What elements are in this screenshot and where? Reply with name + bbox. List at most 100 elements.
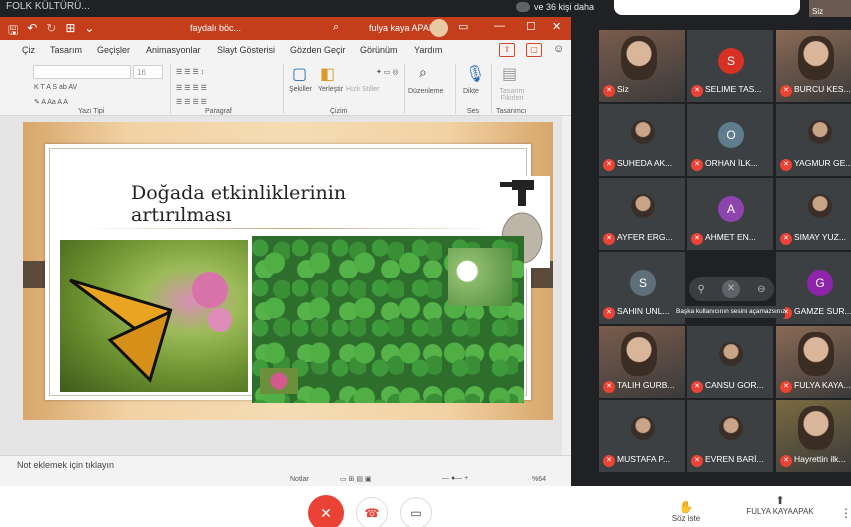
tab-slayt-gosterisi[interactable]: Slayt Gösterisi (217, 45, 275, 55)
present-icon[interactable]: ⊞ (65, 21, 75, 42)
ribbon: 16 K T A S ab AV ✎ A Aa A A Yazı Tipi ☰ … (0, 60, 571, 116)
paragraph-align-icons[interactable]: ☰ ☰ ☰ ☰ (176, 98, 207, 106)
user-avatar[interactable] (430, 19, 448, 37)
shapes-icon: ▢ (292, 66, 308, 83)
mic-off-icon[interactable]: ✕ (721, 280, 740, 298)
redo-icon[interactable]: ↻ (46, 21, 56, 42)
butterfly-image[interactable] (60, 240, 248, 392)
notes-toggle[interactable]: Notlar (290, 476, 309, 483)
paragraph-indent-icons[interactable]: ☰ ☰ ☰ ☰ (176, 84, 207, 92)
feedback-icon[interactable]: ☺ (553, 43, 564, 55)
slide[interactable]: Doğada etkinliklerinin artırılması (23, 122, 553, 420)
undo-icon[interactable]: ↶ (27, 21, 37, 42)
participant-tile[interactable]: ✕ TALIH GURB... (599, 326, 685, 398)
font-format-icons[interactable]: K T A S ab AV (34, 84, 77, 91)
editing-button[interactable]: Düzenleme (408, 88, 443, 95)
participant-tile[interactable]: O ✕ ORHAN İLK... (687, 104, 773, 176)
close-icon[interactable]: ✕ (552, 20, 561, 33)
participant-tile[interactable]: A ✕ AHMET EN... (687, 178, 773, 250)
font-size-box[interactable]: 16 (133, 65, 163, 79)
participant-tile[interactable]: ✕ EVREN BARİ... (687, 400, 773, 472)
quick-styles-button[interactable]: Hızlı Stiller (346, 86, 379, 93)
participant-tile[interactable]: S ✕ SELIME TAS... (687, 30, 773, 102)
camera-toggle-button[interactable]: ▭ (400, 497, 432, 527)
editing-icon: ⌕ (419, 64, 427, 80)
participant-tile[interactable]: ✕ Siz (599, 30, 685, 102)
slide-title[interactable]: Doğada etkinliklerinin artırılması (131, 182, 431, 226)
arrange-button[interactable]: Yerleştir (318, 86, 343, 93)
remove-icon[interactable]: ⊖ (757, 284, 765, 295)
group-font-label: Yazı Tipi (78, 108, 105, 115)
designer-ideas-button[interactable]: Tasarım Fikirleri (496, 88, 528, 102)
participant-tile[interactable]: ✕ BURCU KES... (776, 30, 851, 102)
participant-tile[interactable]: ✕ CANSU GOR... (687, 326, 773, 398)
more-people-indicator[interactable]: ve 36 kişi daha (516, 2, 594, 12)
mic-muted-icon: ✕ (603, 159, 615, 171)
dictate-button[interactable]: Dikte (463, 88, 479, 95)
notes-pane[interactable]: Not eklemek için tıklayın (0, 455, 571, 475)
comments-button[interactable]: ▢ (526, 43, 542, 57)
view-buttons[interactable]: ▭ ⊞ ▤ ▣ (340, 475, 372, 483)
slide-scrollbar[interactable] (562, 116, 571, 455)
participant-tile[interactable]: ✕ SUHEDA AK... (599, 104, 685, 176)
search-icon[interactable]: ⌕ (333, 21, 339, 34)
group-drawing-label: Çizim (330, 108, 348, 115)
white-clover-image[interactable] (448, 248, 512, 306)
participant-name: SAHIN UNL... (617, 306, 670, 316)
participant-initial: G (807, 270, 833, 296)
share-button[interactable]: ⇪ (499, 43, 515, 57)
tab-gozden-gecir[interactable]: Gözden Geçir (290, 45, 346, 55)
title-underline (81, 228, 501, 229)
ribbon-separator (170, 64, 171, 114)
more-options-icon[interactable]: ⋮ (840, 506, 851, 520)
tab-yardim[interactable]: Yardım (414, 45, 442, 55)
tab-ciz[interactable]: Çiz (22, 45, 35, 55)
ribbon-display-icon[interactable]: ▭ (458, 20, 468, 33)
fill-icons[interactable]: ✦ ▭ ◎ (376, 68, 398, 76)
tab-tasarim[interactable]: Tasarım (50, 45, 82, 55)
save-icon[interactable]: 🖫 (8, 21, 18, 42)
arrange-icon: ◧ (320, 66, 336, 83)
font-name-box[interactable] (33, 65, 131, 79)
participant-name: Siz (617, 84, 629, 94)
tab-animasyonlar[interactable]: Animasyonlar (146, 45, 201, 55)
raise-hand-button[interactable]: ✋ Söz iste (668, 500, 704, 523)
participant-name: ORHAN İLK... (705, 158, 758, 168)
mic-muted-icon: ✕ (603, 381, 615, 393)
participant-tile[interactable]: ✕ YAGMUR GE... (776, 104, 851, 176)
tab-gecisler[interactable]: Geçişler (97, 45, 130, 55)
paragraph-list-icons[interactable]: ☰ ☰ ☰ ↕ (176, 68, 204, 76)
notes-placeholder: Not eklemek için tıklayın (17, 460, 115, 470)
participant-initial: S (630, 270, 656, 296)
maximize-icon[interactable]: ☐ (526, 20, 536, 33)
zoom-slider[interactable]: — ●— + (442, 475, 468, 482)
customize-icon[interactable]: ⌄ (84, 21, 94, 42)
participant-video (798, 332, 834, 376)
mic-muted-icon: ✕ (780, 159, 792, 171)
small-flower-image[interactable] (260, 368, 298, 394)
ribbon-separator (491, 64, 492, 114)
zoom-level[interactable]: %64 (532, 476, 546, 483)
ppt-title-bar: 🖫 ↶ ↻ ⊞ ⌄ faydalı böc... ⌕ fulya kaya AP… (0, 17, 571, 40)
present-screen-icon: ⬆ (775, 495, 785, 507)
participant-initial: A (718, 196, 744, 222)
participant-tile[interactable]: ✕ SIMAY YUZ... (776, 178, 851, 250)
participant-tile[interactable]: ✕ Hayrettin ilk... (776, 400, 851, 472)
leave-call-button[interactable]: ☎ (356, 497, 388, 527)
mic-muted-icon: ✕ (691, 233, 703, 245)
participant-tile[interactable]: ✕ MUSTAFA P... (599, 400, 685, 472)
participant-tile[interactable]: G ✕ GAMZE SUR... (776, 252, 851, 324)
mic-toggle-button[interactable]: ✕ (308, 495, 344, 527)
participant-tile[interactable]: ✕ AYFER ERG... (599, 178, 685, 250)
slide-content-area: Doğada etkinliklerinin artırılması (45, 144, 550, 403)
presenting-indicator[interactable]: ⬆ FULYA KAYAAPAK (740, 494, 820, 516)
participant-tile[interactable]: ✕ FULYA KAYA... (776, 326, 851, 398)
participant-name: SELIME TAS... (705, 84, 762, 94)
pin-icon[interactable]: ⚲ (698, 284, 705, 295)
font-color-icons[interactable]: ✎ A Aa A A (34, 98, 68, 106)
minimize-icon[interactable]: — (494, 20, 505, 32)
self-thumbnail: Siz (809, 0, 851, 17)
hang-up-icon: ☎ (364, 506, 380, 520)
tab-gorunum[interactable]: Görünüm (360, 45, 398, 55)
shapes-button[interactable]: Şekiller (289, 86, 312, 93)
